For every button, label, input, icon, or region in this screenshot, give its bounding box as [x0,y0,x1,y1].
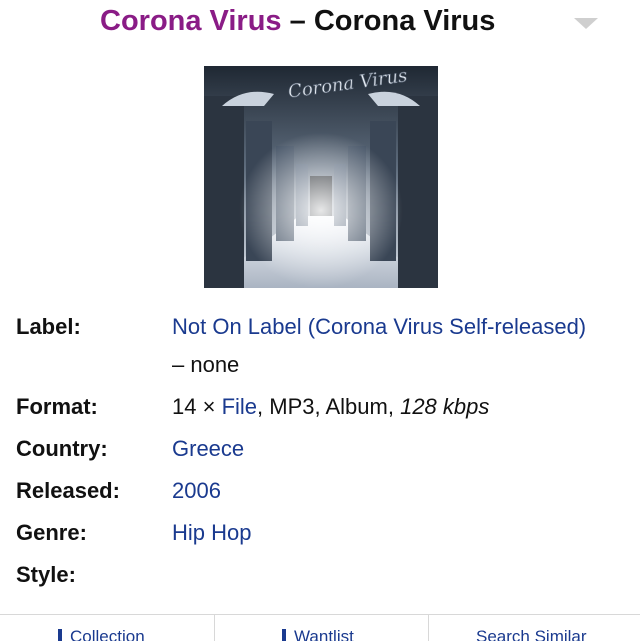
title-separator: – [289,5,306,37]
artist-link[interactable]: Corona Virus [100,5,282,37]
page-title: Corona Virus – Corona Virus [100,3,495,39]
collection-label: Collection [70,627,145,641]
released-key: Released: [16,478,120,503]
album-cover-art: Corona Virus [204,66,438,288]
album-title: Corona Virus [313,5,496,37]
add-collection-icon [58,628,62,641]
bottom-action-bar: Collection Wantlist Search Similar [0,614,640,641]
country-link[interactable]: Greece [172,436,244,461]
wantlist-button[interactable]: Wantlist [282,615,354,641]
genre-link[interactable]: Hip Hop [172,520,251,545]
catalog-number: – none [172,352,240,377]
bar-divider [214,615,215,641]
search-similar-button[interactable]: Search Similar [476,615,587,641]
header: Corona Virus – Corona Virus [0,0,640,44]
country-key: Country: [16,436,108,461]
search-similar-label: Search Similar [476,627,587,641]
album-cover-image[interactable]: Corona Virus [204,66,438,288]
format-count: 14 × [172,394,216,419]
chevron-down-icon[interactable] [574,18,598,29]
format-file-link[interactable]: File [222,394,257,419]
genre-key: Genre: [16,520,87,545]
format-rest: , MP3, Album, [257,394,401,419]
label-link[interactable]: Not On Label (Corona Virus Self-released… [172,314,586,339]
format-bitrate: 128 kbps [400,394,490,419]
format-key: Format: [16,394,98,419]
collection-button[interactable]: Collection [58,615,145,641]
wantlist-label: Wantlist [294,627,354,641]
format-value: 14 × File, MP3, Album, 128 kbps [172,388,632,426]
label-value: Not On Label (Corona Virus Self-released… [172,308,632,384]
style-key: Style: [16,562,76,587]
add-wantlist-icon [282,628,286,641]
bar-divider [428,615,429,641]
released-link[interactable]: 2006 [172,478,221,503]
label-key: Label: [16,314,81,339]
